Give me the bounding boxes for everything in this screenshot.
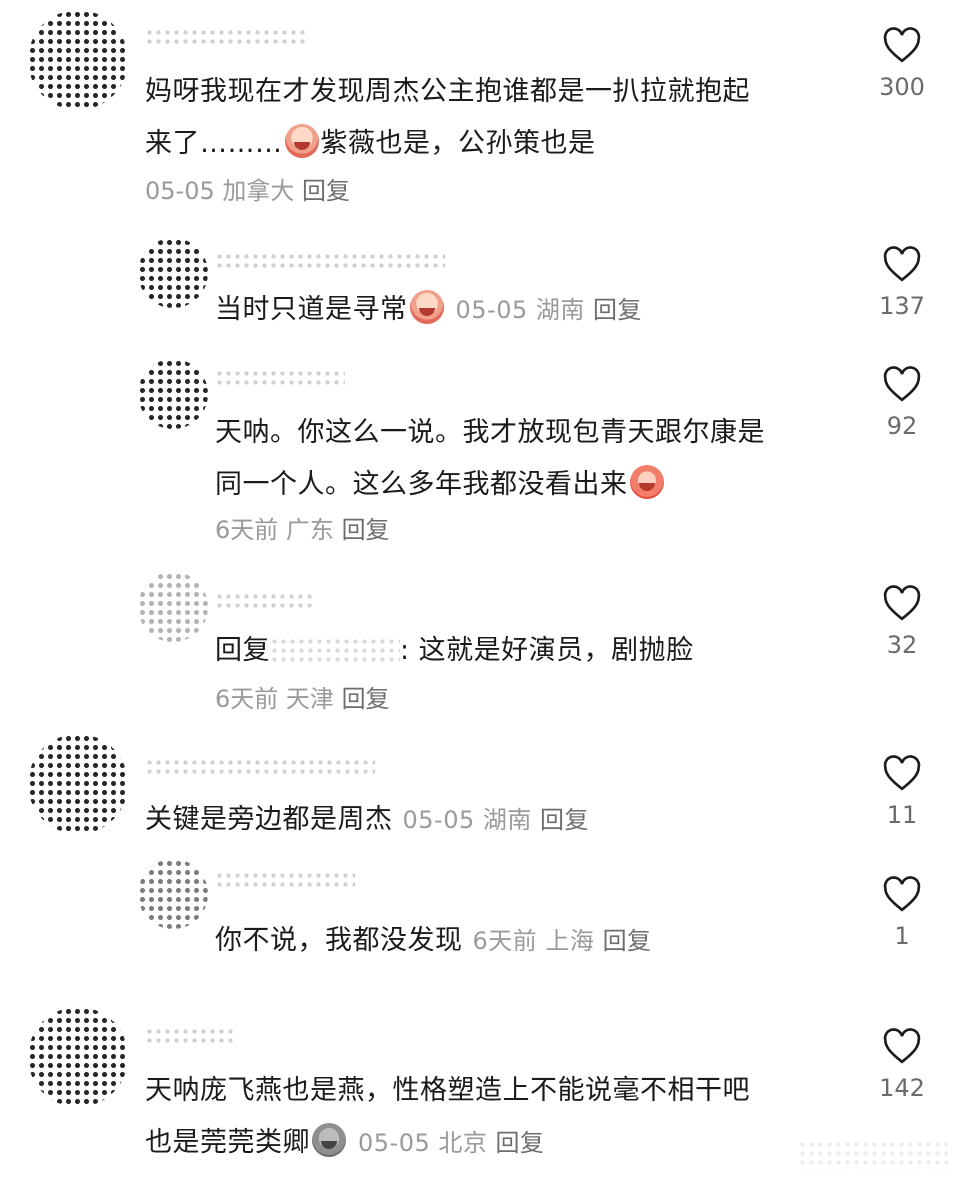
sweat-laugh-emoji-icon: [629, 465, 664, 499]
reply-item: 回复: 这就是好演员，剧抛脸 6天前 天津 回复 32: [0, 570, 960, 720]
reply-button[interactable]: 回复: [540, 806, 589, 834]
username-masked[interactable]: [215, 369, 345, 389]
reply-button[interactable]: 回复: [496, 1129, 545, 1157]
heart-outline-icon: [883, 27, 921, 63]
like-button[interactable]: 11: [872, 754, 932, 832]
heart-outline-icon: [883, 246, 921, 282]
reply-button[interactable]: 回复: [593, 296, 642, 324]
watermark-masked: [798, 1140, 948, 1170]
username-masked[interactable]: [215, 252, 445, 272]
comment-item: 关键是旁边都是周杰 05-05 湖南 回复 11: [0, 730, 960, 850]
comment-text: 妈呀我现在才发现周杰公主抱谁都是一扒拉就抱起 来了……… 紫薇也是，公孙策也是: [145, 76, 750, 159]
avatar[interactable]: [138, 859, 208, 929]
avatar[interactable]: [28, 1007, 128, 1107]
reply-item: 天呐。你这么一说。我才放现包青天跟尔康是 同一个人。这么多年我都没看出来 6天前…: [0, 355, 960, 555]
comment-text: 回复: 这就是好演员，剧抛脸: [215, 635, 694, 666]
username-masked[interactable]: [145, 1027, 235, 1047]
like-count: 32: [886, 631, 918, 659]
username-masked[interactable]: [215, 592, 315, 612]
like-button[interactable]: 1: [872, 875, 932, 953]
heart-outline-icon: [883, 755, 921, 791]
reply-button[interactable]: 回复: [342, 685, 390, 713]
comment-text: 你不说，我都没发现 6天前 上海 回复: [215, 925, 652, 956]
comment-text: 关键是旁边都是周杰 05-05 湖南 回复: [145, 804, 590, 835]
sweat-laugh-emoji-icon: [409, 290, 444, 324]
mention-masked[interactable]: [270, 637, 400, 663]
like-count: 1: [894, 922, 910, 950]
reply-button[interactable]: 回复: [603, 927, 652, 955]
reply-item: 你不说，我都没发现 6天前 上海 回复 1: [0, 855, 960, 975]
heart-outline-icon: [883, 876, 921, 912]
heart-outline-icon: [883, 585, 921, 621]
avatar[interactable]: [138, 359, 208, 429]
like-count: 11: [886, 801, 918, 829]
like-count: 300: [879, 73, 925, 101]
heart-outline-icon: [883, 366, 921, 402]
avatar[interactable]: [138, 572, 208, 642]
sad-grey-emoji-icon: [312, 1123, 346, 1157]
like-button[interactable]: 137: [872, 245, 932, 323]
avatar[interactable]: [28, 10, 128, 110]
reply-button[interactable]: 回复: [342, 516, 390, 544]
like-count: 142: [879, 1074, 925, 1102]
comment-item: 妈呀我现在才发现周杰公主抱谁都是一扒拉就抱起 来了……… 紫薇也是，公孙策也是 0…: [0, 0, 960, 220]
username-masked[interactable]: [215, 871, 355, 891]
like-button[interactable]: 32: [872, 584, 932, 662]
username-masked[interactable]: [145, 758, 375, 778]
crying-emoji-icon: [284, 124, 319, 158]
like-button[interactable]: 300: [872, 26, 932, 104]
avatar[interactable]: [28, 734, 128, 834]
comment-text: 天呐。你这么一说。我才放现包青天跟尔康是 同一个人。这么多年我都没看出来: [215, 417, 765, 500]
username-masked[interactable]: [145, 28, 305, 48]
comment-text: 当时只道是寻常 05-05 湖南 回复: [215, 284, 855, 336]
comment-text: 天呐庞飞燕也是燕，性格塑造上不能说毫不相干吧 也是莞莞类卿 05-05 北京 回复: [145, 1075, 750, 1158]
like-button[interactable]: 92: [872, 365, 932, 443]
comment-meta: 6天前 广东 回复: [215, 516, 390, 544]
heart-outline-icon: [883, 1028, 921, 1064]
reply-button[interactable]: 回复: [302, 177, 350, 205]
comment-meta: 05-05 加拿大 回复: [145, 177, 351, 205]
like-button[interactable]: 142: [872, 1027, 932, 1105]
like-count: 92: [886, 412, 918, 440]
comment-meta: 6天前 天津 回复: [215, 685, 390, 713]
reply-item: 当时只道是寻常 05-05 湖南 回复 137: [0, 230, 960, 350]
avatar[interactable]: [138, 238, 208, 308]
like-count: 137: [879, 292, 925, 320]
